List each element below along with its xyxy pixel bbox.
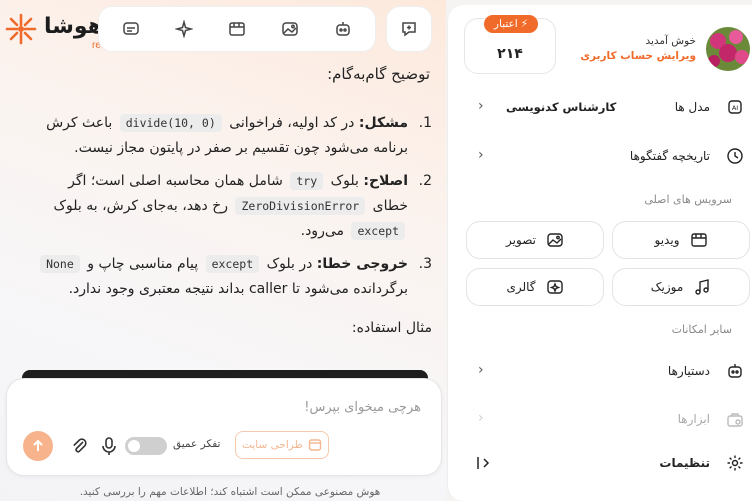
image-icon[interactable] [275, 14, 305, 44]
example-label: مثال استفاده: [351, 320, 432, 336]
gallery-icon [546, 280, 563, 294]
sidebar-item-tools: ابزارها ‹ [464, 404, 746, 434]
list-item: 3. خروجی خطا: در بلوک except پیام مناسبی… [30, 252, 432, 302]
inline-code: try [290, 172, 324, 190]
ai-chip-icon: AI [724, 96, 746, 118]
sidebar-item-settings[interactable]: تنظیمات [464, 448, 746, 478]
credit-card[interactable]: ⚡ اعتبار ۲۱۴ [464, 15, 556, 74]
gallery-button[interactable]: گالری [466, 268, 604, 306]
chevron-left-icon: ‹ [478, 362, 484, 378]
selected-model: کارشناس کدنویسی [506, 100, 617, 114]
chevron-left-icon: ‹ [478, 410, 484, 426]
music-button[interactable]: موزیک [612, 268, 750, 306]
browser-icon [308, 439, 322, 451]
collapse-icon [477, 457, 490, 469]
robot-icon[interactable] [328, 14, 358, 44]
welcome-text: خوش آمدید [645, 35, 696, 47]
image-button[interactable]: تصویر [466, 221, 604, 259]
robot-icon [724, 360, 746, 382]
disclaimer-text: هوش مصنوعی ممکن است اشتباه کند؛ اطلاعات … [79, 486, 381, 498]
logo-icon [5, 13, 37, 45]
sparkle-icon[interactable] [169, 14, 199, 44]
other-features-title: سایر امکانات [671, 323, 732, 336]
send-button[interactable] [23, 431, 53, 461]
toolbox-icon [724, 408, 746, 430]
inline-code: divide(10, 0) [119, 114, 222, 132]
chat-icon[interactable] [116, 14, 146, 44]
credit-badge: ⚡ اعتبار [484, 15, 538, 33]
arrow-up-icon [33, 439, 43, 451]
chevron-left-icon: ‹ [478, 98, 484, 114]
chevron-left-icon: ‹ [478, 147, 484, 163]
lightning-icon: ⚡ [520, 18, 529, 30]
attach-icon[interactable] [69, 436, 89, 456]
site-design-button[interactable]: طراحی سایت [235, 431, 329, 459]
message-composer: تفکر عمیق طراحی سایت [6, 378, 442, 476]
chat-area: هوشا ret توضیح گام‌به‌گام: 1. مشکل: در ک… [0, 0, 446, 501]
credit-value: ۲۱۴ [497, 46, 523, 62]
video-button[interactable]: ویدیو [612, 221, 750, 259]
message-heading: توضیح گام‌به‌گام: [327, 65, 430, 83]
image-icon [547, 233, 563, 247]
clock-icon [724, 145, 746, 167]
list-item: 1. مشکل: در کد اولیه، فراخوانی divide(10… [46, 114, 432, 156]
deep-thinking-toggle[interactable] [125, 437, 167, 455]
film-icon[interactable] [222, 14, 252, 44]
inline-code: ZeroDivisionError [235, 197, 366, 215]
collapse-sidebar-button[interactable] [466, 453, 496, 475]
sidebar: خوش آمدید ویرایش حساب کاربری ⚡ اعتبار ۲۱… [447, 5, 752, 501]
deep-thinking-label: تفکر عمیق [173, 438, 221, 450]
film-icon [690, 233, 707, 247]
inline-code: except [351, 222, 405, 240]
sidebar-item-models[interactable]: AI مدل ها کارشناس کدنویسی ‹ [464, 92, 746, 122]
gear-icon [724, 452, 746, 474]
brand-name: هوشا [44, 14, 103, 39]
main-services-title: سرویس های اصلی [644, 193, 732, 206]
sidebar-item-history[interactable]: تاریخچه گفتگوها ‹ [464, 141, 746, 171]
sidebar-item-assistants[interactable]: دستیارها ‹ [464, 356, 746, 386]
top-toolbar [98, 6, 376, 52]
assistant-message: توضیح گام‌به‌گام: 1. مشکل: در کد اولیه، … [30, 62, 432, 341]
avatar[interactable] [706, 27, 750, 71]
edit-profile-link[interactable]: ویرایش حساب کاربری [580, 50, 696, 62]
inline-code: except [205, 255, 260, 273]
music-icon [695, 279, 709, 295]
list-item: 2. اصلاح: بلوک try شامل همان محاسبه اصلی… [53, 172, 432, 240]
inline-code: None [40, 255, 80, 273]
new-chat-button[interactable] [386, 6, 432, 52]
svg-text:AI: AI [732, 104, 738, 112]
avatar-image [706, 27, 750, 71]
new-chat-icon [402, 22, 416, 37]
message-input[interactable] [41, 395, 421, 419]
mic-icon[interactable] [99, 436, 119, 456]
